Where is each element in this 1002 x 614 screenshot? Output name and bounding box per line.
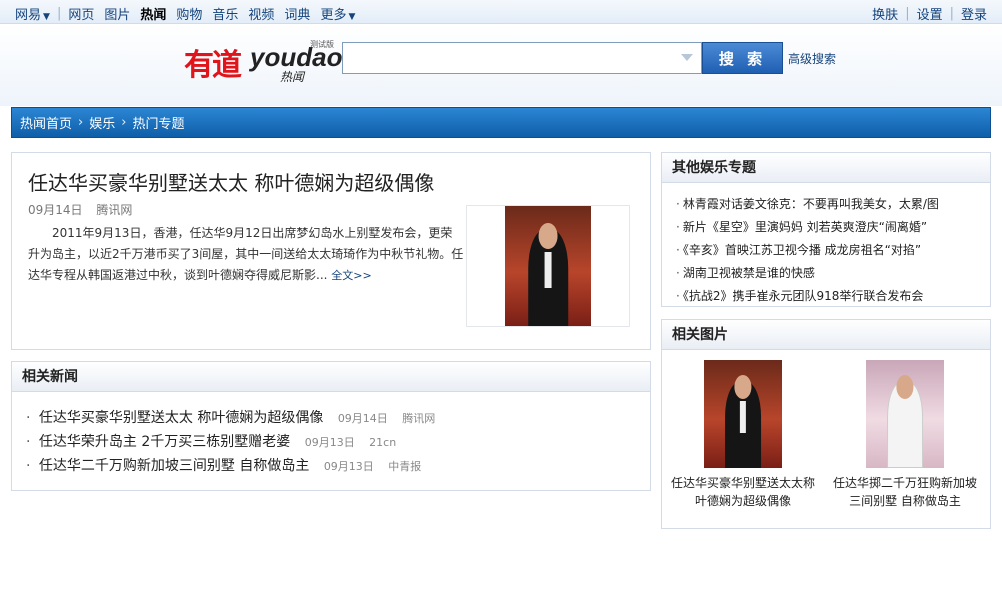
bullet-icon: · (676, 266, 680, 280)
person-shirt (544, 251, 552, 288)
other-topics-list: · 林青霞对话姜文徐克：不要再叫我美女，太累/图 · 新片《星空》里演妈妈 刘若英爽… (662, 183, 990, 308)
nav-item-music[interactable]: 音乐 (207, 4, 243, 23)
related-pic-item[interactable]: 任达华买豪华别墅送太太称叶德娴为超级偶像 (668, 360, 818, 510)
person-face (734, 375, 752, 399)
nav-item-more[interactable]: 更多 ▼ (315, 4, 360, 23)
topic-link[interactable]: 《辛亥》首映江苏卫视今播 成龙房祖名“对掐” (683, 243, 921, 257)
related-pic-image (704, 360, 782, 468)
topic-link[interactable]: 湖南卫视被禁是谁的快感 (683, 266, 815, 280)
nav-item-web[interactable]: 网页 (63, 4, 99, 23)
article-read-more-link[interactable]: 全文>> (331, 269, 371, 282)
list-item: · 《辛亥》首映江苏卫视今播 成龙房祖名“对掐” (676, 239, 990, 262)
chevron-right-icon: › (121, 115, 127, 130)
list-item: · 《抗战2》携手崔永元团队918举行联合发布会 (676, 285, 990, 308)
breadcrumb-entertainment[interactable]: 娱乐 (89, 113, 115, 132)
related-news-link[interactable]: 任达华荣升岛主 2千万买三栋别墅赠老婆 (39, 434, 290, 450)
bullet-icon: · (676, 197, 680, 211)
related-news-source: 21cn (369, 436, 397, 449)
article-date: 09月14日 (28, 203, 83, 217)
list-item: · 任达华买豪华别墅送太太 称叶德娴为超级偶像 09月14日 腾讯网 (26, 406, 650, 430)
list-item: · 任达华荣升岛主 2千万买三栋别墅赠老婆 09月13日 21cn (26, 430, 650, 454)
nav-separator: | (56, 6, 62, 21)
youdao-logo[interactable]: 有道 youdao 测试版 热闻 (184, 38, 342, 84)
nav-item-images[interactable]: 图片 (99, 4, 135, 23)
bullet-icon: · (676, 289, 680, 303)
related-pic-caption: 任达华掷二千万狂购新加坡三间别墅 自称做岛主 (832, 476, 977, 508)
related-pics-heading: 相关图片 (662, 320, 990, 350)
article-image (505, 206, 591, 326)
article-title[interactable]: 任达华买豪华别墅送太太 称叶德娴为超级偶像 (28, 167, 434, 196)
related-news-source: 腾讯网 (402, 412, 436, 425)
related-news-heading: 相关新闻 (12, 362, 650, 392)
breadcrumb: 热闻首页 › 娱乐 › 热门专题 (11, 107, 991, 138)
person-face (538, 222, 558, 250)
related-news-date: 09月14日 (337, 412, 388, 425)
nav-separator: | (905, 6, 910, 21)
nav-brand-netease[interactable]: 网易 ▼ (10, 4, 55, 23)
other-topics-panel: 其他娱乐专题 · 林青霞对话姜文徐克：不要再叫我美女，太累/图 · 新片《星空》里演… (661, 152, 991, 307)
other-topics-heading: 其他娱乐专题 (662, 153, 990, 183)
breadcrumb-home[interactable]: 热闻首页 (20, 113, 72, 132)
top-nav-right: 换肤 | 设置 | 登录 (867, 4, 992, 23)
nav-item-shopping[interactable]: 购物 (171, 4, 207, 23)
bullet-icon: · (26, 458, 31, 474)
top-nav-left: 网易 ▼ | 网页 图片 热闻 购物 音乐 视频 词典 更多 ▼ (10, 4, 360, 23)
list-item: · 林青霞对话姜文徐克：不要再叫我美女，太累/图 (676, 193, 990, 216)
breadcrumb-hot-topics[interactable]: 热门专题 (132, 113, 184, 132)
article-summary: 2011年9月13日，香港，任达华9月12日出席梦幻岛水上别墅发布会，更荣升为岛… (28, 223, 464, 286)
related-news-date: 09月13日 (323, 460, 374, 473)
related-news-link[interactable]: 任达华买豪华别墅送太太 称叶德娴为超级偶像 (39, 410, 323, 426)
logo-beta-text: 测试版 (310, 40, 334, 49)
logo-main-text: 有道 (184, 48, 242, 83)
list-item: · 新片《星空》里演妈妈 刘若英爽澄庆“闹离婚” (676, 216, 990, 239)
chevron-down-icon: ▼ (348, 12, 356, 22)
related-pic-caption: 任达华买豪华别墅送太太称叶德娴为超级偶像 (670, 476, 815, 508)
topic-link[interactable]: 《抗战2》携手崔永元团队918举行联合发布会 (683, 289, 924, 303)
article-summary-text: 2011年9月13日，香港，任达华9月12日出席梦幻岛水上别墅发布会，更荣升为岛… (28, 226, 464, 282)
top-navbar: 网易 ▼ | 网页 图片 热闻 购物 音乐 视频 词典 更多 ▼ 换肤 | 设置 |… (0, 0, 1002, 24)
topic-link[interactable]: 林青霞对话姜文徐克：不要再叫我美女，太累/图 (683, 197, 939, 211)
article-source: 腾讯网 (96, 203, 133, 217)
related-news-source: 中青报 (388, 460, 422, 473)
advanced-search-link[interactable]: 高级搜索 (788, 50, 836, 67)
search-input[interactable] (347, 44, 677, 72)
nav-login[interactable]: 登录 (956, 4, 992, 23)
list-item: · 任达华二千万购新加坡三间别墅 自称做岛主 09月13日 中青报 (26, 454, 650, 478)
bullet-icon: · (26, 410, 31, 426)
related-pic-item[interactable]: 任达华掷二千万狂购新加坡三间别墅 自称做岛主 (830, 360, 980, 510)
bullet-icon: · (676, 243, 680, 257)
article-photo[interactable] (466, 205, 630, 327)
search-button[interactable]: 搜 索 (702, 42, 783, 74)
nav-item-video[interactable]: 视频 (243, 4, 279, 23)
nav-separator: | (949, 6, 954, 21)
chevron-down-icon: ▼ (43, 12, 50, 22)
related-news-link[interactable]: 任达华二千万购新加坡三间别墅 自称做岛主 (39, 458, 309, 474)
dropdown-arrow-icon[interactable] (681, 54, 693, 61)
related-news-date: 09月13日 (304, 436, 355, 449)
logo-sub-text: 热闻 (280, 70, 305, 84)
related-news-list: · 任达华买豪华别墅送太太 称叶德娴为超级偶像 09月14日 腾讯网 · 任达华… (12, 392, 650, 478)
article-meta: 09月14日 腾讯网 (28, 201, 142, 218)
related-pic-image (866, 360, 944, 468)
nav-item-hotnews[interactable]: 热闻 (135, 4, 171, 23)
nav-settings[interactable]: 设置 (912, 4, 948, 23)
nav-change-skin[interactable]: 换肤 (867, 4, 903, 23)
related-pics-panel: 相关图片 任达华买豪华别墅送太太称叶德娴为超级偶像 任达华掷二千万狂购新加坡三间… (661, 319, 991, 529)
nav-item-dictionary[interactable]: 词典 (279, 4, 315, 23)
bullet-icon: · (26, 434, 31, 450)
chevron-right-icon: › (78, 115, 84, 130)
nav-brand-label: 网易 (15, 8, 42, 23)
related-news-panel: 相关新闻 · 任达华买豪华别墅送太太 称叶德娴为超级偶像 09月14日 腾讯网 … (11, 361, 651, 491)
person-face (896, 375, 914, 399)
list-item: · 湖南卫视被禁是谁的快感 (676, 262, 990, 285)
nav-more-label: 更多 (320, 8, 347, 23)
topic-link[interactable]: 新片《星空》里演妈妈 刘若英爽澄庆“闹离婚” (683, 220, 927, 234)
search-box (342, 42, 702, 74)
article-panel: 任达华买豪华别墅送太太 称叶德娴为超级偶像 09月14日 腾讯网 2011年9月… (11, 152, 651, 350)
person-shirt (739, 401, 747, 434)
bullet-icon: · (676, 220, 680, 234)
